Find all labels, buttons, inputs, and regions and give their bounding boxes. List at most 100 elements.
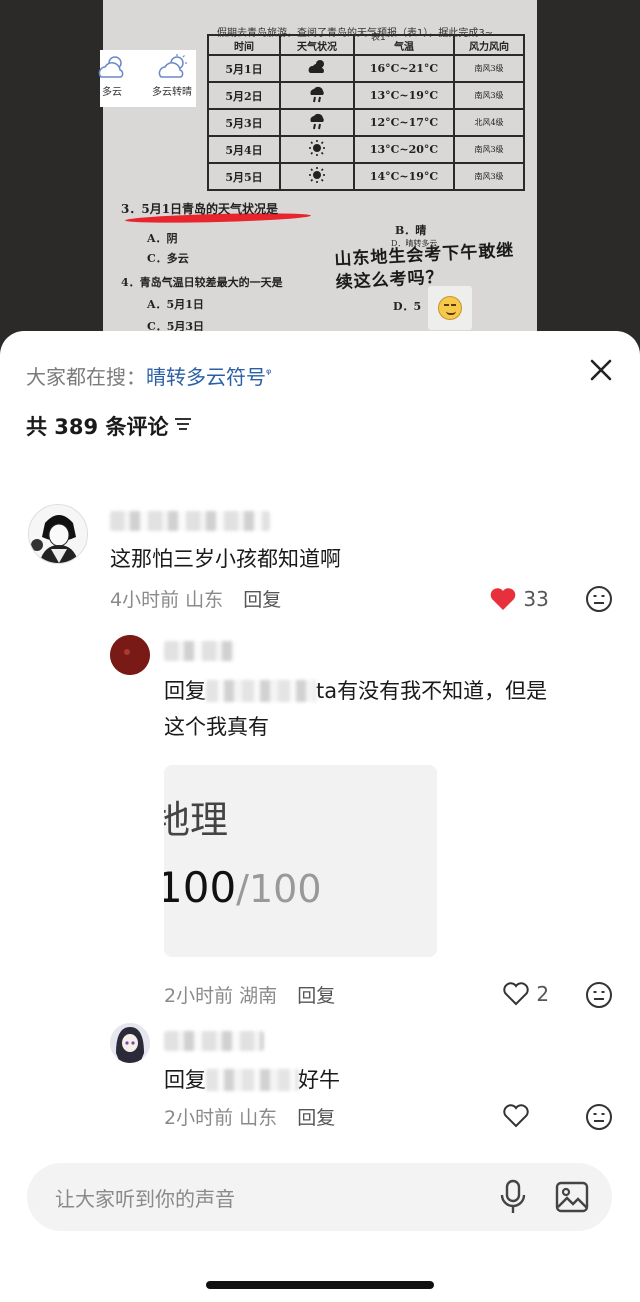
close-icon[interactable] — [584, 353, 618, 387]
mentioned-user-blurred[interactable] — [206, 1069, 298, 1091]
post-photo[interactable]: …假期去青岛旅游，查阅了青岛的天气预报（表1），据此完成3~ 表1 时间 天气状… — [0, 0, 640, 360]
sticker-label: 多云转晴 — [152, 87, 192, 98]
username-blurred[interactable] — [110, 511, 270, 531]
username-blurred[interactable] — [164, 1031, 264, 1051]
table-cell: 14°C~19°C — [353, 162, 455, 191]
sticker-item: 多云转晴 — [148, 50, 196, 107]
cloudy-to-sunny-icon — [158, 54, 187, 78]
table-cell — [279, 54, 355, 83]
table-header: 气温 — [353, 34, 455, 56]
like-count: 2 — [536, 982, 550, 1006]
reply-body-line2: 这个我真有 — [164, 715, 269, 739]
home-indicator[interactable] — [206, 1281, 434, 1289]
image-picker-icon[interactable] — [555, 1181, 589, 1213]
image-score-total: /100 — [236, 867, 322, 911]
reply-text: 回复 ta有没有我不知道，但是 这个我真有 — [164, 673, 604, 745]
smile-emoji-icon — [428, 286, 472, 330]
comment-count-label: 共 389 条评论 — [26, 415, 169, 439]
dislike-face-icon[interactable] — [585, 1103, 613, 1131]
comment-sheet: 大家都在搜：晴转多云符号ᵠ 共 389 条评论 这那怕三岁小孩都知道啊 4小时前… — [0, 331, 640, 1302]
search-icon: ᵠ — [266, 367, 272, 382]
comment-input[interactable]: 让大家听到你的声音 — [27, 1163, 612, 1231]
sort-icon[interactable] — [174, 416, 192, 432]
avatar[interactable] — [110, 635, 150, 675]
reply-button[interactable]: 回复 — [297, 985, 335, 1007]
heart-outline-icon — [503, 1104, 529, 1128]
table-row: 5月3日 12°C~17°C 北风4级 — [207, 108, 525, 137]
comment-time: 2小时前 — [164, 985, 234, 1007]
rain-cloud-icon — [310, 113, 324, 130]
like-button[interactable] — [502, 1103, 530, 1129]
image-score: 100/100 — [164, 863, 322, 912]
table-cell — [279, 108, 355, 137]
table-header: 时间 — [207, 34, 281, 56]
dislike-face-icon[interactable] — [585, 981, 613, 1009]
table-cell: 13°C~20°C — [353, 135, 455, 164]
comment-meta: 2小时前 湖南 回复 — [164, 981, 335, 1008]
like-button[interactable]: 33 — [489, 586, 549, 612]
comment-time: 4小时前 — [110, 589, 180, 611]
comment-location: 湖南 — [239, 985, 278, 1007]
avatar[interactable] — [110, 1023, 150, 1063]
manga-avatar-icon — [29, 505, 87, 563]
dark-red-avatar-icon — [110, 635, 150, 675]
reply-body: 好牛 — [298, 1068, 340, 1092]
anime-girl-avatar-icon — [110, 1023, 150, 1063]
comment-meta: 2小时前 山东 回复 — [164, 1103, 335, 1130]
sun-icon — [309, 140, 325, 156]
reply-button[interactable]: 回复 — [243, 589, 281, 611]
mentioned-user-blurred[interactable] — [206, 680, 316, 702]
table-cell: 5月5日 — [207, 162, 281, 191]
comment-count: 共 389 条评论 — [26, 411, 192, 441]
option-d: D．5 — [393, 300, 422, 313]
comment-image[interactable]: 地理 100/100 — [164, 765, 437, 957]
heart-filled-icon — [490, 588, 516, 610]
table-cell: 南风3级 — [453, 162, 525, 191]
comment-location: 山东 — [239, 1107, 278, 1129]
table-cell: 12°C~17°C — [353, 108, 455, 137]
table-cell: 16°C~21°C — [353, 54, 455, 83]
option-b: B．晴 — [395, 224, 427, 237]
username-blurred[interactable] — [164, 641, 236, 661]
table-row: 5月5日 14°C~19°C 南风3级 — [207, 162, 525, 191]
table-cell: 南风3级 — [453, 81, 525, 110]
reply-prefix: 回复 — [164, 679, 206, 703]
like-button[interactable]: 2 — [502, 981, 549, 1007]
comment-text: 这那怕三岁小孩都知道啊 — [110, 547, 341, 571]
reply-body: ta有没有我不知道，但是 — [316, 679, 548, 703]
table-cell: 5月4日 — [207, 135, 281, 164]
table-cell — [279, 135, 355, 164]
trending-search[interactable]: 大家都在搜：晴转多云符号ᵠ — [26, 361, 271, 390]
weather-table: 时间 天气状况 气温 风力风向 5月1日 16°C~21°C 南风3级 5月2日… — [207, 34, 525, 191]
trending-search-prefix: 大家都在搜： — [26, 365, 146, 389]
option-a: A．阴 — [147, 232, 178, 245]
dislike-face-icon[interactable] — [585, 585, 613, 613]
trending-search-link[interactable]: 晴转多云符号 — [146, 365, 266, 389]
table-row: 5月4日 13°C~20°C 南风3级 — [207, 135, 525, 164]
table-cell — [279, 81, 355, 110]
table-cell: 5月3日 — [207, 108, 281, 137]
comment-location: 山东 — [185, 589, 224, 611]
table-cell: 南风3级 — [453, 135, 525, 164]
microphone-icon[interactable] — [497, 1179, 529, 1215]
option-c: C．多云 — [147, 252, 189, 265]
reply-button[interactable]: 回复 — [297, 1107, 335, 1129]
table-cell — [279, 162, 355, 191]
reply-text: 回复 好牛 — [164, 1062, 340, 1098]
image-subject: 地理 — [164, 798, 229, 842]
sticker-label: 多云 — [102, 87, 122, 98]
avatar[interactable] — [28, 504, 88, 564]
table-cell: 5月2日 — [207, 81, 281, 110]
rain-cloud-icon — [310, 86, 324, 103]
table-header: 天气状况 — [279, 34, 355, 56]
comment-input-placeholder: 让大家听到你的声音 — [55, 1187, 235, 1211]
option-a: A．5月1日 — [147, 298, 204, 311]
sun-icon — [309, 167, 325, 183]
image-score-value: 100 — [164, 863, 237, 912]
table-row: 5月1日 16°C~21°C 南风3级 — [207, 54, 525, 83]
question-3: 3．5月1日青岛的天气状况是 — [121, 202, 279, 216]
table-cell: 北风4级 — [453, 108, 525, 137]
weather-sticker: 多云 多云转晴 — [98, 50, 196, 107]
table-header: 风力风向 — [453, 34, 525, 56]
sticker-item: 多云 — [88, 50, 136, 107]
